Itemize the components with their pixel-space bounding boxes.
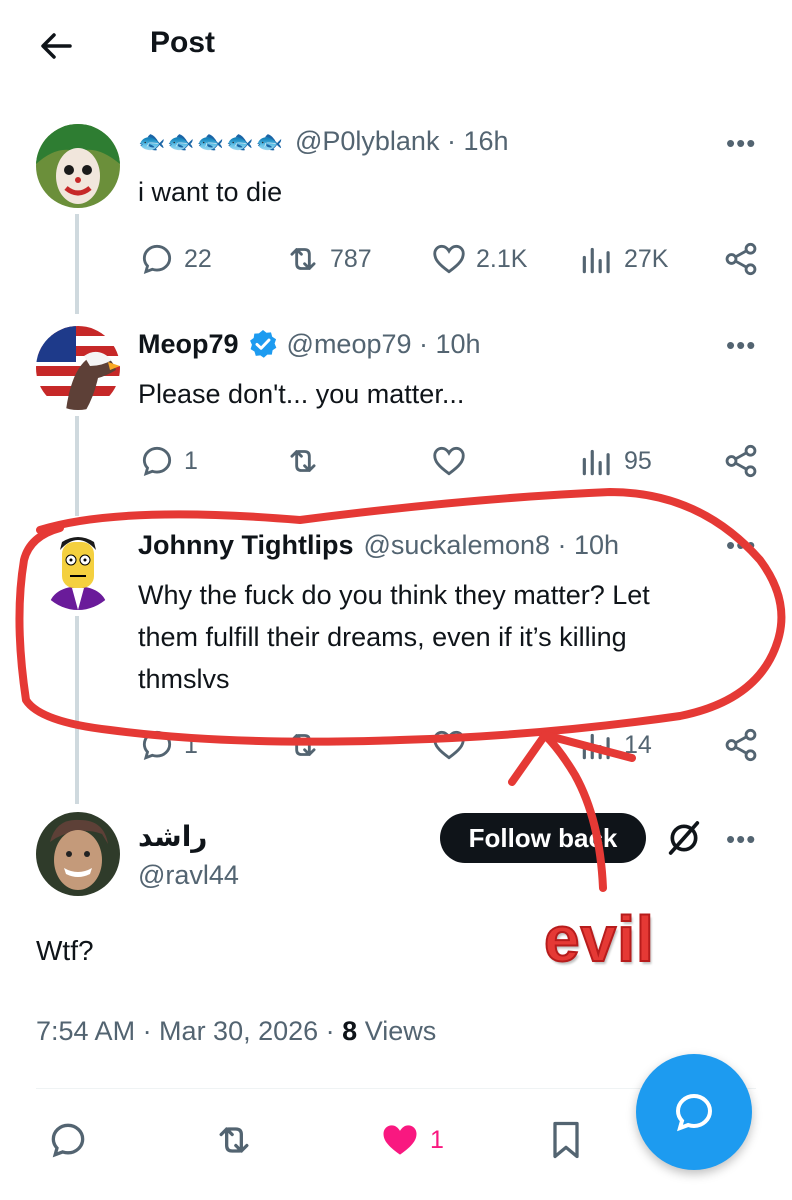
annotation-text: evil (543, 902, 655, 976)
annotation-arrow (508, 731, 636, 892)
annotation-circle (15, 488, 786, 746)
annotation-overlay (15, 488, 786, 892)
